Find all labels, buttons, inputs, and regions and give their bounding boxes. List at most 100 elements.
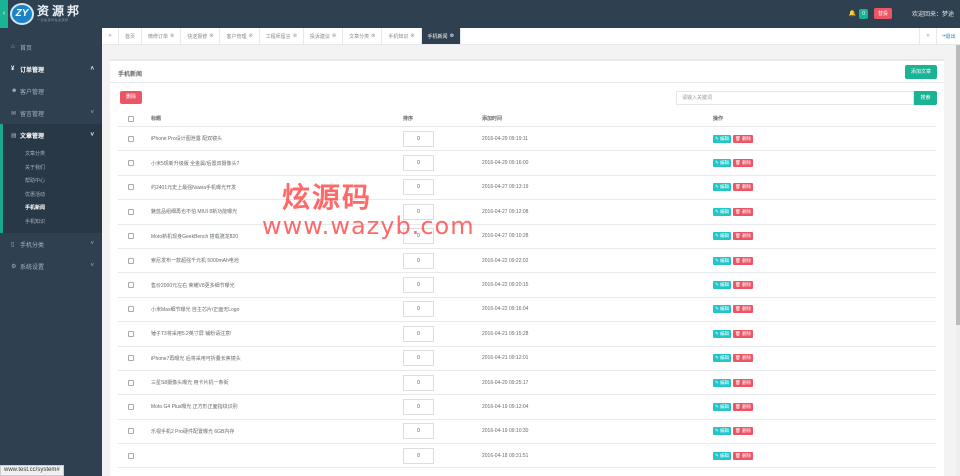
- sort-order-input[interactable]: 0: [403, 155, 434, 172]
- sidebar-item-settings[interactable]: ⚙ 系统设置 ˅: [0, 255, 102, 277]
- close-icon[interactable]: ⊗: [410, 33, 414, 39]
- delete-button[interactable]: 🗑 删除: [733, 329, 754, 338]
- scrollbar-thumb[interactable]: [956, 45, 960, 325]
- submenu-item[interactable]: 手机知识: [3, 216, 102, 230]
- sidebar-item-customers[interactable]: ☻ 客户管理: [0, 80, 102, 102]
- submenu-item[interactable]: 优惠活动: [3, 189, 102, 203]
- sort-order-input[interactable]: 0: [403, 423, 434, 440]
- sort-order-input[interactable]: 0: [403, 301, 434, 318]
- edit-button[interactable]: ✎ 编辑: [713, 207, 732, 216]
- edit-button[interactable]: ✎ 编辑: [713, 256, 732, 265]
- edit-button[interactable]: ✎ 编辑: [713, 378, 732, 387]
- edit-button[interactable]: ✎ 编辑: [713, 159, 732, 168]
- sort-order-input[interactable]: 0: [403, 398, 434, 415]
- tabs-scroll-left-button[interactable]: «: [102, 28, 119, 44]
- tab-home[interactable]: 首页: [119, 28, 143, 44]
- row-checkbox[interactable]: [128, 233, 134, 240]
- sort-order-input[interactable]: 0: [403, 179, 434, 196]
- edit-button[interactable]: ✎ 编辑: [713, 305, 732, 314]
- edit-button[interactable]: ✎ 编辑: [713, 451, 732, 460]
- tab[interactable]: 文章分类 ⊗: [343, 28, 383, 44]
- edit-button[interactable]: ✎ 编辑: [713, 134, 732, 143]
- sidebar-item-phone-categories[interactable]: ▯ 手机分类 ˅: [0, 233, 102, 255]
- submenu-item[interactable]: 帮助中心: [3, 175, 102, 189]
- row-checkbox[interactable]: [128, 428, 134, 435]
- sidebar-item-messages[interactable]: ✉ 留言管理 ˅: [0, 102, 102, 124]
- delete-button[interactable]: 🗑 删除: [733, 402, 754, 411]
- delete-button[interactable]: 🗑 删除: [733, 232, 754, 241]
- delete-button[interactable]: 🗑 删除: [733, 256, 754, 265]
- close-icon[interactable]: ⊗: [248, 33, 252, 39]
- close-icon[interactable]: ⊗: [170, 33, 174, 39]
- row-checkbox[interactable]: [128, 135, 134, 142]
- tab[interactable]: 手机知识 ⊗: [382, 28, 422, 44]
- row-checkbox[interactable]: [128, 257, 134, 264]
- edit-button[interactable]: ✎ 编辑: [713, 427, 732, 436]
- tab[interactable]: 工程师留言 ⊗: [260, 28, 304, 44]
- bulk-delete-button[interactable]: 删除: [120, 91, 142, 104]
- edit-button[interactable]: ✎ 编辑: [713, 183, 732, 192]
- row-checkbox[interactable]: [128, 160, 134, 167]
- sort-order-input[interactable]: 0: [403, 447, 434, 464]
- sort-order-input[interactable]: 0: [403, 350, 434, 367]
- row-checkbox[interactable]: [128, 184, 134, 191]
- tab-active[interactable]: 手机新闻 ⊗: [421, 28, 461, 44]
- edit-button[interactable]: ✎ 编辑: [713, 354, 732, 363]
- sort-order-input[interactable]: 0: [403, 252, 434, 269]
- edit-button[interactable]: ✎ 编辑: [713, 281, 732, 290]
- sort-order-input[interactable]: 0: [403, 325, 434, 342]
- tabs-scroll-right-button[interactable]: »: [919, 28, 936, 44]
- close-icon[interactable]: ⊗: [450, 33, 454, 39]
- row-checkbox[interactable]: [128, 355, 134, 362]
- select-all-checkbox[interactable]: [128, 115, 134, 122]
- delete-button[interactable]: 🗑 删除: [733, 305, 754, 314]
- submenu-item[interactable]: 关于我们: [3, 162, 102, 176]
- edit-button[interactable]: ✎ 编辑: [713, 402, 732, 411]
- delete-button[interactable]: 🗑 删除: [733, 159, 754, 168]
- search-button[interactable]: 搜索: [914, 91, 937, 105]
- delete-button[interactable]: 🗑 删除: [733, 378, 754, 387]
- vip-badge[interactable]: 替投: [873, 8, 892, 19]
- delete-button[interactable]: 🗑 删除: [733, 281, 754, 290]
- tab[interactable]: 投诉建议 ⊗: [304, 28, 344, 44]
- row-checkbox[interactable]: [128, 208, 134, 215]
- row-date: 2016-04-29 09:19:11: [482, 135, 529, 142]
- delete-button[interactable]: 🗑 删除: [733, 354, 754, 363]
- logout-button[interactable]: ⇥ 退出: [936, 28, 960, 44]
- sidebar-item-articles[interactable]: ▤ 文章管理 ˅: [0, 124, 102, 146]
- delete-button[interactable]: 🗑 删除: [733, 134, 754, 143]
- delete-button[interactable]: 🗑 删除: [733, 451, 754, 460]
- row-checkbox[interactable]: [128, 379, 134, 386]
- collapse-sidebar-button[interactable]: ‹: [0, 0, 8, 28]
- add-article-button[interactable]: 添加文章: [905, 65, 937, 79]
- row-checkbox[interactable]: [128, 306, 134, 313]
- delete-button[interactable]: 🗑 删除: [733, 427, 754, 436]
- submenu-item[interactable]: 文章分类: [3, 148, 102, 162]
- close-icon[interactable]: ⊗: [332, 33, 336, 39]
- bell-icon[interactable]: 🔔: [849, 10, 856, 17]
- submenu-item-current[interactable]: 手机新闻: [3, 202, 102, 216]
- tab[interactable]: 客户管理 ⊗: [220, 28, 260, 44]
- edit-button[interactable]: ✎ 编辑: [713, 329, 732, 338]
- row-checkbox[interactable]: [128, 330, 134, 337]
- delete-button[interactable]: 🗑 删除: [733, 183, 754, 192]
- tab[interactable]: 快送报修 ⊗: [181, 28, 221, 44]
- sort-order-input[interactable]: 0: [403, 277, 434, 294]
- delete-button[interactable]: 🗑 删除: [733, 207, 754, 216]
- sort-order-input[interactable]: 0: [403, 374, 434, 391]
- vertical-scrollbar[interactable]: [956, 45, 960, 476]
- sidebar-item-home[interactable]: ⌂ 首页: [0, 36, 102, 58]
- logo[interactable]: ZY 资源邦 一切资源尽在资源邦: [10, 2, 82, 26]
- close-icon[interactable]: ⊗: [293, 33, 297, 39]
- tab[interactable]: 微修订单 ⊗: [142, 28, 182, 44]
- sidebar-item-orders[interactable]: ¥ 订单管理 ˄: [0, 58, 102, 80]
- row-checkbox[interactable]: [128, 282, 134, 289]
- row-checkbox[interactable]: [128, 403, 134, 410]
- close-icon[interactable]: ⊗: [371, 33, 375, 39]
- search-input[interactable]: 请输入关键词: [676, 91, 914, 105]
- edit-button[interactable]: ✎ 编辑: [713, 232, 732, 241]
- sort-order-input[interactable]: 0: [403, 130, 434, 147]
- notification-count-badge[interactable]: 0: [859, 8, 868, 19]
- close-icon[interactable]: ⊗: [209, 33, 213, 39]
- row-checkbox[interactable]: [128, 452, 134, 459]
